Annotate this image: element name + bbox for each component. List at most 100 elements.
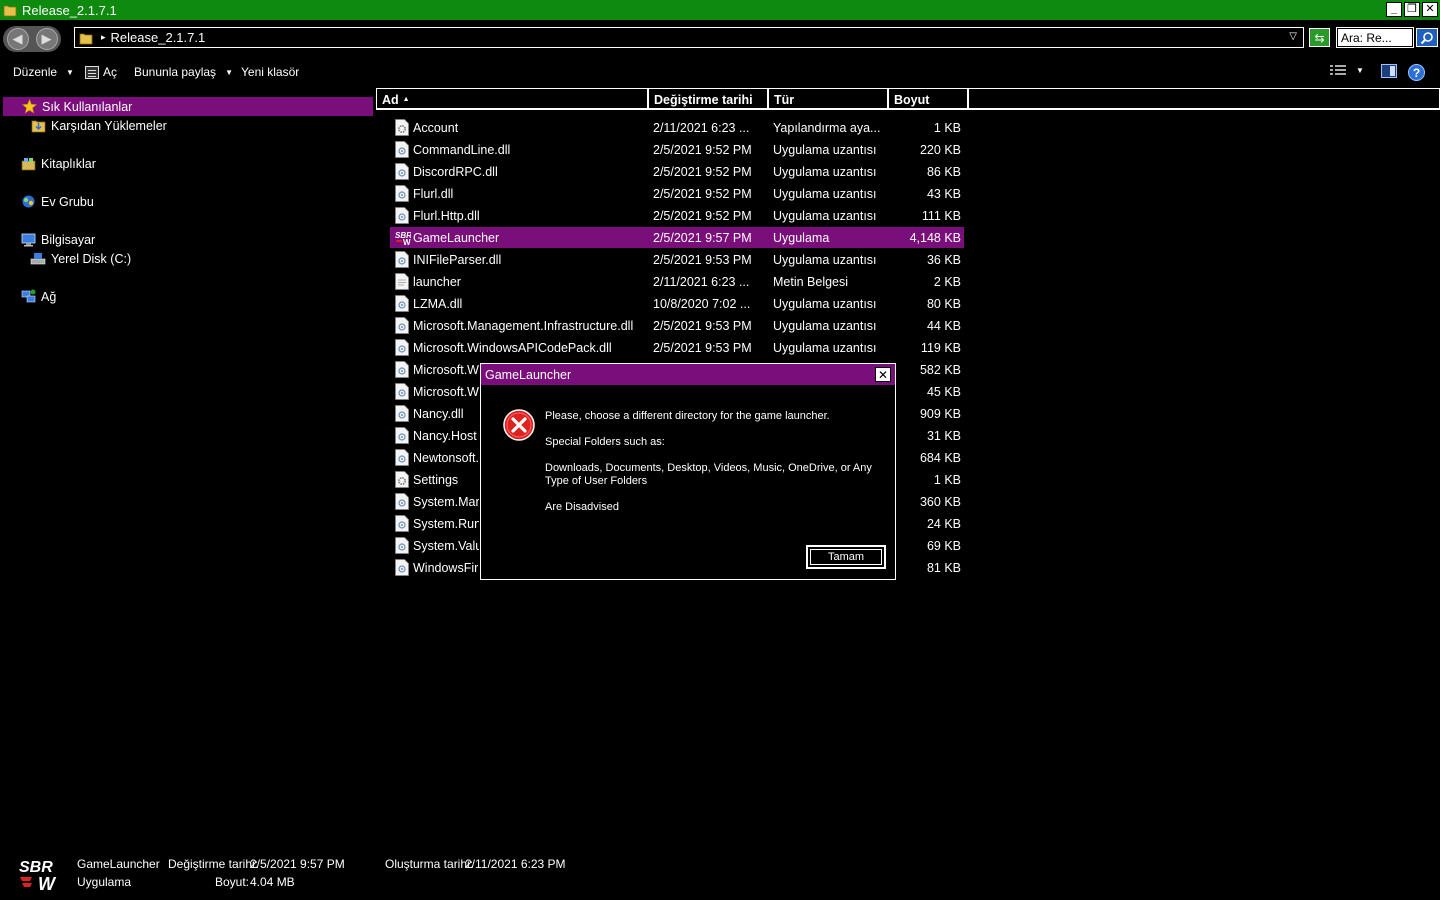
nav-item-favorites[interactable]: Sık Kullanılanlar (3, 97, 373, 116)
search-box[interactable] (1336, 27, 1414, 48)
file-size: 1 KB (933, 120, 961, 135)
file-size: 684 KB (919, 450, 961, 465)
nav-item-label: Yerel Disk (C:) (51, 251, 132, 266)
dll-file-icon (395, 493, 409, 510)
back-button[interactable]: ◀ (6, 28, 29, 50)
refresh-button[interactable]: ⇆ (1309, 28, 1330, 47)
search-input[interactable] (1338, 29, 1412, 46)
breadcrumb-arrow-icon[interactable]: ▸ (101, 32, 106, 43)
dialog-message-line: Downloads, Documents, Desktop, Videos, M… (545, 462, 872, 487)
file-name: WindowsFir (413, 560, 479, 575)
close-button[interactable]: ✕ (1422, 2, 1438, 17)
downloads-folder-icon (30, 118, 46, 134)
file-date: 2/5/2021 9:53 PM (653, 252, 752, 267)
column-header-size[interactable]: Boyut (888, 88, 968, 110)
file-size: 4,148 KB (909, 230, 961, 245)
open-icon (85, 65, 99, 79)
nav-buttons: ◀ ▶ (3, 26, 61, 52)
dll-file-icon (395, 207, 409, 224)
file-name: DiscordRPC.dll (413, 164, 498, 179)
organize-label: Düzenle (13, 65, 58, 79)
file-name: Flurl.Http.dll (413, 208, 480, 223)
file-type: Uygulama uzantısı (773, 296, 877, 311)
nav-item-label: Karşıdan Yüklemeler (51, 118, 167, 133)
error-dialog: GameLauncher ✕ Please, choose a differen… (480, 363, 896, 580)
maximize-button[interactable]: ❐ (1404, 2, 1420, 17)
view-options-button[interactable]: ▼ (1330, 64, 1364, 76)
file-type: Uygulama uzantısı (773, 142, 877, 157)
nav-item-label: Ev Grubu (41, 194, 94, 209)
address-dropdown-icon[interactable]: ▽ (1289, 31, 1297, 42)
file-type: Uygulama uzantısı (773, 208, 877, 223)
details-modified-label: Değiştirme tarihi: (168, 857, 259, 871)
column-headers: Ad ▲ Değiştirme tarihi Tür Boyut (376, 88, 1440, 110)
search-button[interactable] (1416, 28, 1438, 47)
details-file-name: GameLauncher (77, 857, 160, 871)
file-size: 69 KB (926, 538, 961, 553)
file-size: 81 KB (926, 560, 961, 575)
address-row: ◀ ▶ ▸ Release_2.1.7.1 ▽ ⇆ (0, 24, 1440, 54)
file-row[interactable]: CommandLine.dll 2/5/2021 9:52 PM Uygulama … (390, 139, 964, 160)
file-type: Uygulama uzantısı (773, 318, 877, 333)
address-bar[interactable]: ▸ Release_2.1.7.1 ▽ (74, 27, 1304, 48)
file-row[interactable]: Flurl.Http.dll 2/5/2021 9:52 PM Uygulama u… (390, 205, 964, 226)
config-file-icon (395, 119, 409, 136)
open-label: Aç (103, 65, 118, 79)
file-row[interactable]: SBR W GameLauncher 2/5/2021 9:57 PM Uygulama… (390, 227, 964, 248)
column-header-date[interactable]: Değiştirme tarihi (648, 88, 768, 110)
file-row[interactable]: Account 2/11/2021 6:23 ... Yapılandırma ay… (390, 117, 964, 138)
file-row[interactable]: Microsoft.Management.Infrastructure.dll 2… (390, 315, 964, 336)
ok-button[interactable]: Tamam (806, 545, 886, 569)
dll-file-icon (395, 317, 409, 334)
dll-file-icon (395, 515, 409, 532)
nav-item-network[interactable]: Ağ (20, 287, 56, 306)
file-row[interactable]: DiscordRPC.dll 2/5/2021 9:52 PM Uygulama u… (390, 161, 964, 182)
title-bar[interactable]: Release_2.1.7.1 _ ❐ ✕ (0, 0, 1440, 20)
sbrw-app-icon: SBR W (395, 229, 412, 247)
minimize-button[interactable]: _ (1386, 2, 1402, 17)
column-header-type[interactable]: Tür (768, 88, 888, 110)
preview-pane-button[interactable] (1381, 64, 1397, 78)
dialog-close-button[interactable]: ✕ (875, 367, 891, 382)
nav-item-downloads[interactable]: Karşıdan Yüklemeler (30, 116, 167, 135)
file-type: Yapılandırma aya... (773, 120, 881, 135)
forward-button[interactable]: ▶ (35, 28, 58, 50)
nav-item-local-disk[interactable]: Yerel Disk (C:) (30, 249, 131, 268)
organize-menu[interactable]: Düzenle ▼ (13, 65, 74, 79)
dialog-message-line: Special Folders such as: (545, 436, 665, 448)
file-date: 2/5/2021 9:53 PM (653, 318, 752, 333)
file-row[interactable]: INIFileParser.dll 2/5/2021 9:53 PM Uygulam… (390, 249, 964, 270)
open-button[interactable]: Aç (85, 65, 117, 79)
file-row[interactable]: launcher 2/11/2021 6:23 ... Metin Belgesi 2… (390, 271, 964, 292)
view-list-icon (1330, 65, 1346, 75)
nav-item-label: Kitaplıklar (41, 156, 96, 171)
window-controls: _ ❐ ✕ (1386, 2, 1438, 17)
dialog-message-line: Please, choose a different directory for… (545, 410, 830, 422)
column-header-label: Ad (382, 92, 399, 107)
file-row[interactable]: LZMA.dll 10/8/2020 7:02 ... Uygulama uzant… (390, 293, 964, 314)
file-size: 36 KB (926, 252, 961, 267)
breadcrumb-path[interactable]: Release_2.1.7.1 (111, 30, 206, 45)
file-name: System.Run (413, 516, 482, 531)
share-menu[interactable]: Bununla paylaş ▼ (134, 65, 233, 79)
nav-item-computer[interactable]: Bilgisayar (20, 230, 95, 249)
file-row[interactable]: Flurl.dll 2/5/2021 9:52 PM Uygulama uzantı… (390, 183, 964, 204)
new-folder-button[interactable]: Yeni klasör (241, 65, 299, 79)
help-button[interactable]: ? (1408, 64, 1425, 81)
file-size: 360 KB (919, 494, 961, 509)
column-header-name[interactable]: Ad ▲ (376, 88, 648, 110)
dialog-title-bar[interactable]: GameLauncher ✕ (481, 364, 895, 385)
details-created-value: 2/11/2021 6:23 PM (465, 857, 566, 871)
file-size: 43 KB (926, 186, 961, 201)
file-name: Newtonsoft. (413, 450, 480, 465)
file-row[interactable]: Microsoft.WindowsAPICodePack.dll 2/5/2021… (390, 337, 964, 358)
error-icon (503, 409, 535, 441)
nav-item-libraries[interactable]: Kitaplıklar (20, 154, 96, 173)
arrow-right-icon: ▶ (41, 31, 52, 46)
file-type: Uygulama uzantısı (773, 186, 877, 201)
file-name: System.Man (413, 494, 483, 509)
file-size: 220 KB (919, 142, 961, 157)
nav-item-homegroup[interactable]: Ev Grubu (20, 192, 94, 211)
file-name: launcher (413, 274, 461, 289)
dll-file-icon (395, 537, 409, 554)
